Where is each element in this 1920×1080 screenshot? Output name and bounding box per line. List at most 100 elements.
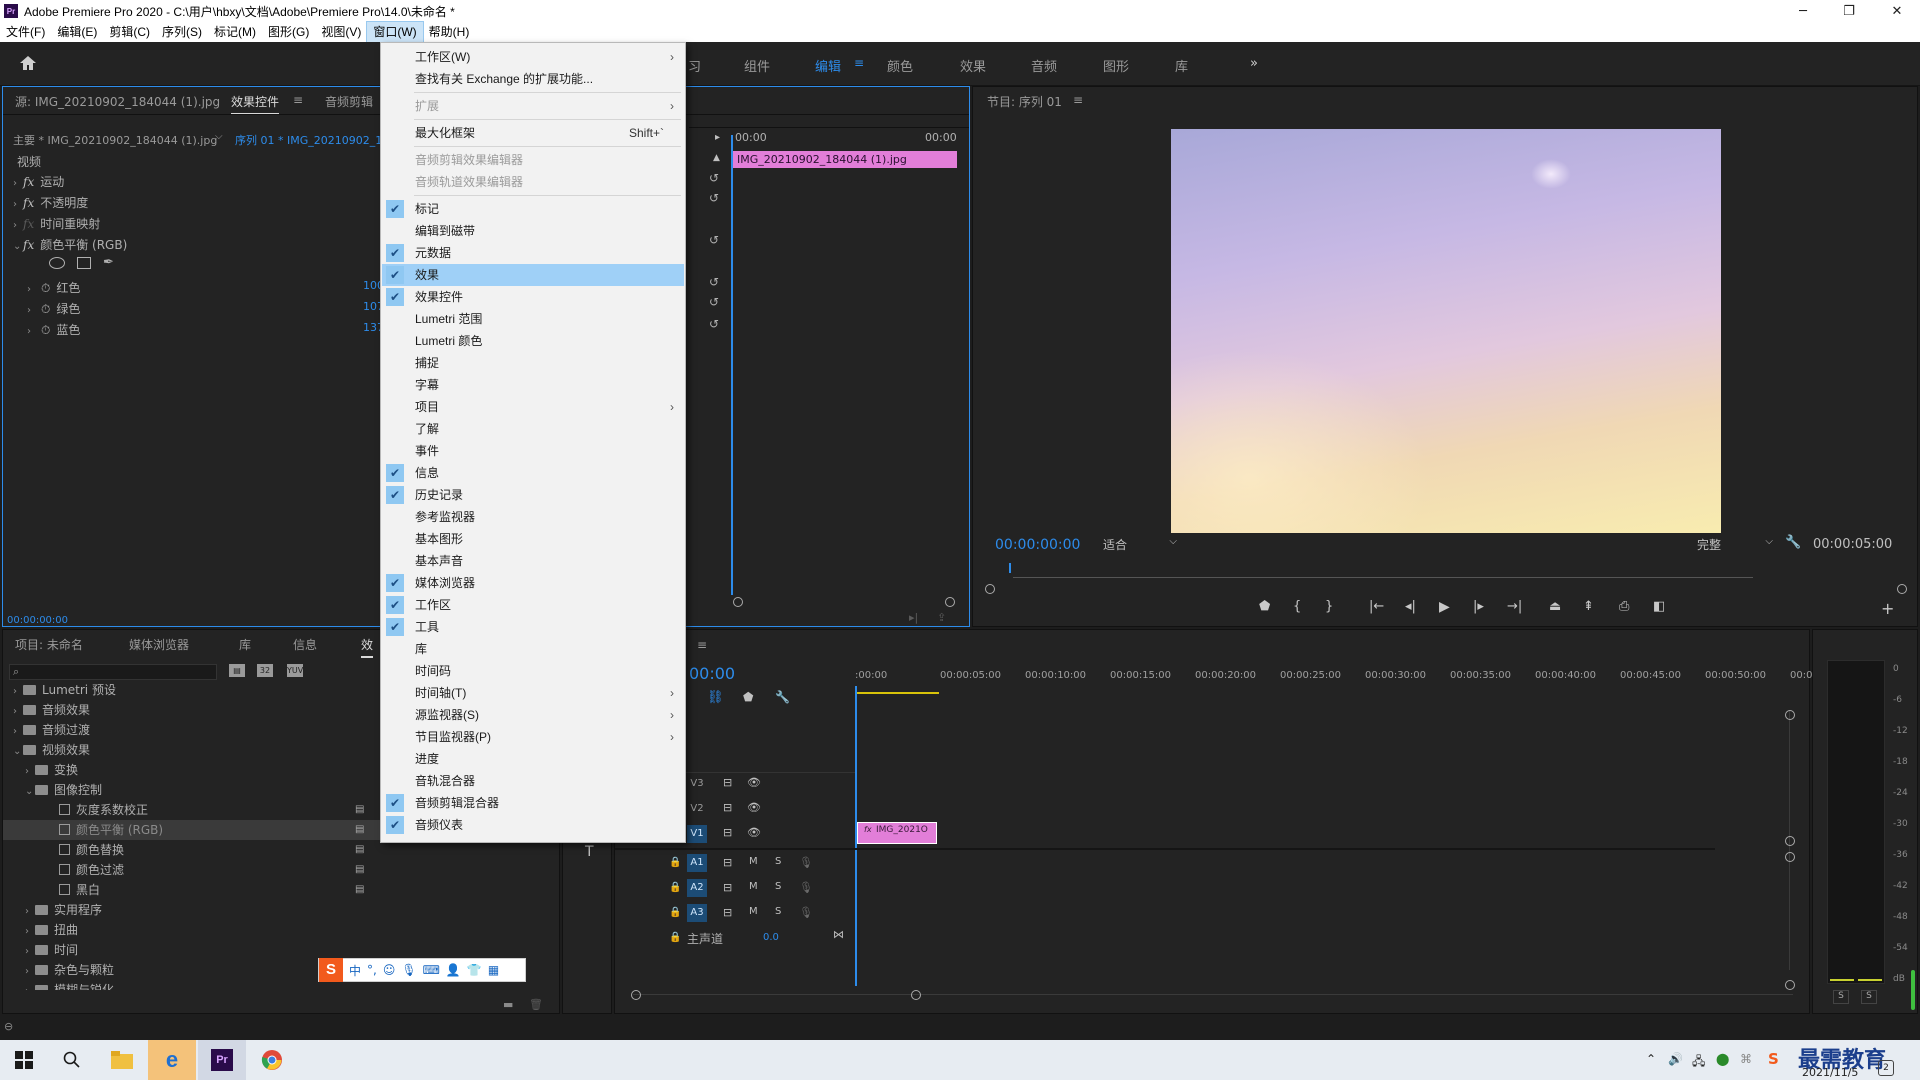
- chevron-right-icon[interactable]: ›: [27, 284, 37, 295]
- chevron-down-icon[interactable]: ⌵: [215, 131, 223, 142]
- track-label-v3[interactable]: V3: [687, 775, 707, 793]
- track-label-a1[interactable]: A1: [687, 854, 707, 872]
- sogou-logo-icon[interactable]: S: [319, 958, 343, 982]
- window-menu-item[interactable]: 库: [382, 638, 684, 660]
- chevron-right-icon[interactable]: ›: [13, 682, 23, 702]
- lock-icon[interactable]: 🔒: [669, 907, 681, 918]
- status-icon[interactable]: ⊖: [4, 1020, 13, 1033]
- sync-lock-icon[interactable]: ⊟: [723, 801, 732, 814]
- workspace-graphics[interactable]: 图形: [1103, 56, 1129, 75]
- ime-toolbar[interactable]: S 中 °, ☺ 🎙 ⌨ 👤 👕 ▦: [318, 958, 526, 982]
- tab-media-browser[interactable]: 媒体浏览器: [129, 636, 189, 653]
- scroll-handle-bottom[interactable]: [1785, 836, 1795, 846]
- window-menu-item[interactable]: ✔ 效果控件: [382, 286, 684, 308]
- window-menu-item[interactable]: Lumetri 范围: [382, 308, 684, 330]
- maximize-button[interactable]: ❐: [1826, 0, 1872, 22]
- work-area-bar[interactable]: [855, 692, 939, 694]
- go-to-out-icon[interactable]: →|: [1507, 599, 1522, 614]
- ime-mode[interactable]: 中: [349, 962, 361, 979]
- menu-help[interactable]: 帮助(H): [423, 22, 476, 42]
- text-tool-icon[interactable]: T: [585, 844, 594, 860]
- edge-browser-icon[interactable]: e: [148, 1040, 196, 1080]
- time-ruler[interactable]: [1013, 577, 1753, 578]
- menu-sequence[interactable]: 序列(S): [156, 22, 208, 42]
- reset-icon[interactable]: ↺: [709, 295, 719, 309]
- wrench-icon[interactable]: 🔧: [1785, 535, 1801, 550]
- effect-folder-item[interactable]: › 时间: [3, 940, 543, 960]
- window-menu-item[interactable]: 基本图形: [382, 528, 684, 550]
- track-label-v1[interactable]: V1: [687, 825, 707, 843]
- go-to-in-icon[interactable]: |←: [1369, 599, 1384, 614]
- window-menu-item[interactable]: 项目 ›: [382, 396, 684, 418]
- workspace-libraries[interactable]: 库: [1175, 56, 1188, 75]
- window-menu-item[interactable]: ✔ 历史记录: [382, 484, 684, 506]
- window-menu-item[interactable]: ✔ 标记: [382, 198, 684, 220]
- tab-source[interactable]: 源: IMG_20210902_184044 (1).jpg: [15, 93, 220, 110]
- effect-folder-item[interactable]: › 实用程序: [3, 900, 543, 920]
- time-ruler[interactable]: :00:00 00:00:05:00 00:00:10:00 00:00:15:00 0…: [855, 670, 1822, 690]
- menu-edit[interactable]: 编辑(E): [51, 22, 103, 42]
- tab-project[interactable]: 项目: 未命名: [15, 636, 83, 653]
- microphone-icon[interactable]: 🎙: [401, 963, 416, 977]
- extract-icon[interactable]: ⇞: [1583, 599, 1594, 614]
- chevron-right-icon[interactable]: ›: [25, 942, 35, 962]
- add-button-icon[interactable]: +: [1881, 599, 1894, 618]
- window-menu-item[interactable]: 时间码: [382, 660, 684, 682]
- menu-graphics[interactable]: 图形(G): [262, 22, 315, 42]
- chevron-right-icon[interactable]: ›: [25, 922, 35, 942]
- step-back-icon[interactable]: ◂|: [1405, 599, 1416, 614]
- window-menu-item[interactable]: ✔ 信息: [382, 462, 684, 484]
- program-timecode[interactable]: 00:00:00:00: [995, 537, 1080, 553]
- playhead[interactable]: [1009, 563, 1011, 573]
- window-menu-item[interactable]: ✔ 效果: [382, 264, 684, 286]
- window-menu-item[interactable]: ✔ 媒体浏览器: [382, 572, 684, 594]
- chevron-right-icon[interactable]: ›: [27, 326, 37, 337]
- notification-badge[interactable]: 2: [1878, 1060, 1894, 1076]
- chrome-icon[interactable]: [248, 1040, 296, 1080]
- add-marker-icon[interactable]: ⬟: [1259, 599, 1270, 614]
- mute-button[interactable]: M: [749, 906, 758, 917]
- master-toggle-icon[interactable]: ⋈: [833, 928, 844, 941]
- security-icon[interactable]: ⬤: [1716, 1052, 1729, 1066]
- scroll-handle-bottom[interactable]: [1785, 980, 1795, 990]
- network-icon[interactable]: 🖧: [1692, 1052, 1705, 1073]
- sequence-clip-label[interactable]: 序列 01 * IMG_20210902_18: [235, 132, 383, 148]
- effect-row-opacity[interactable]: › fx 不透明度: [13, 194, 88, 211]
- lock-icon[interactable]: 🔒: [669, 932, 681, 943]
- menu-file[interactable]: 文件(F): [0, 22, 51, 42]
- workspace-color[interactable]: 颜色: [887, 56, 913, 75]
- window-menu-item[interactable]: 编辑到磁带: [382, 220, 684, 242]
- window-menu-item[interactable]: 查找有关 Exchange 的扩展功能...: [382, 68, 684, 90]
- microphone-icon[interactable]: 🎙: [799, 906, 813, 919]
- timeline-timecode[interactable]: 00:00: [689, 664, 735, 683]
- window-menu-item[interactable]: 源监视器(S) ›: [382, 704, 684, 726]
- chevron-right-icon[interactable]: ›: [13, 702, 23, 722]
- chevron-right-icon[interactable]: ›: [25, 762, 35, 782]
- file-explorer-icon[interactable]: [98, 1040, 146, 1080]
- param-row-green[interactable]: › ⏱ 绿色: [27, 300, 80, 317]
- zoom-handle-right[interactable]: [1897, 584, 1907, 594]
- stopwatch-icon[interactable]: ⏱: [41, 323, 50, 337]
- sync-lock-icon[interactable]: ⊟: [723, 881, 732, 894]
- effect-preset-item[interactable]: 黑白 ▤: [3, 880, 543, 900]
- scroll-handle-top[interactable]: [1785, 852, 1795, 862]
- zoom-handle-right[interactable]: [945, 597, 955, 607]
- zoom-handle-left[interactable]: [985, 584, 995, 594]
- window-menu-item[interactable]: 最大化框架 Shift+`: [382, 122, 684, 144]
- search-icon[interactable]: [48, 1040, 96, 1080]
- playhead[interactable]: [731, 135, 733, 595]
- play-icon[interactable]: ▶: [1439, 599, 1450, 615]
- chevron-right-icon[interactable]: ›: [13, 722, 23, 742]
- param-row-red[interactable]: › ⏱ 红色: [27, 279, 80, 296]
- scroll-handle-right[interactable]: [911, 990, 921, 1000]
- rectangle-mask-icon[interactable]: [77, 257, 91, 269]
- stopwatch-icon[interactable]: ⏱: [41, 281, 50, 295]
- reset-icon[interactable]: ↺: [709, 191, 719, 205]
- workspace-menu-icon[interactable]: ≡: [854, 56, 864, 70]
- solo-left-button[interactable]: S: [1833, 990, 1849, 1004]
- window-menu-item[interactable]: 参考监视器: [382, 506, 684, 528]
- menu-clip[interactable]: 剪辑(C): [103, 22, 156, 42]
- ellipse-mask-icon[interactable]: [49, 257, 65, 269]
- new-folder-icon[interactable]: ▬: [503, 998, 513, 1011]
- pen-mask-icon[interactable]: ✒: [103, 255, 114, 270]
